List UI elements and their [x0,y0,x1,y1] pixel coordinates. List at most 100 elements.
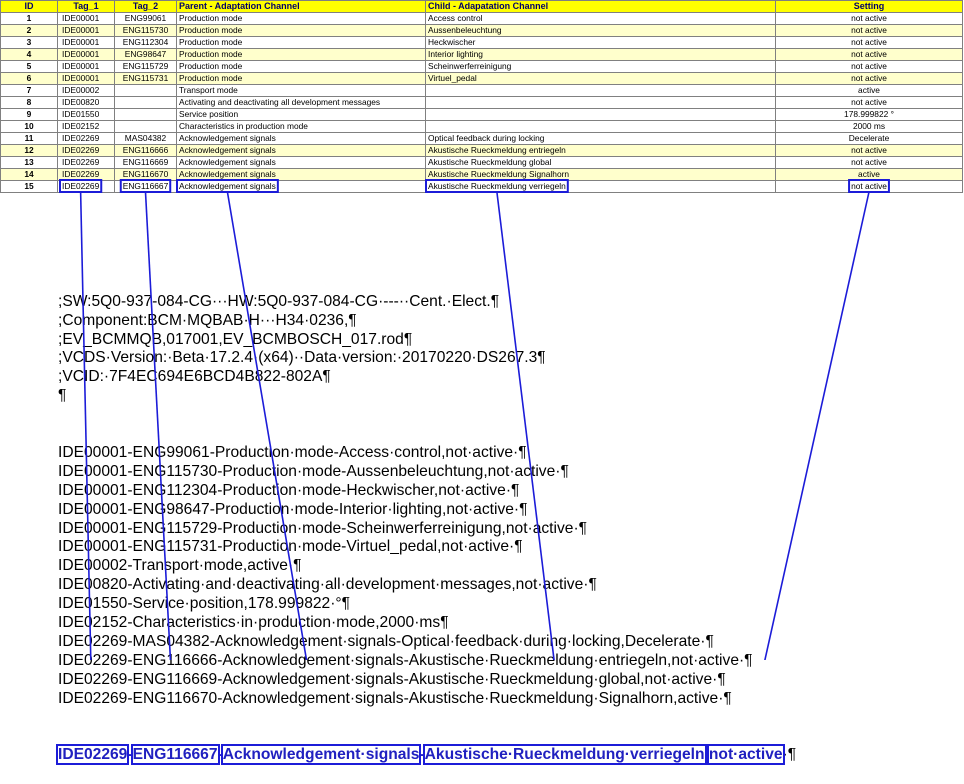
cell-tag1[interactable]: IDE00001 [57,72,115,85]
table-row: 8 IDE00820 Activating and deactivating all… [0,96,963,109]
cell-tag1[interactable]: IDE01550 [57,108,115,121]
cell-tag1[interactable]: IDE02269 [57,180,115,193]
document-line: ;VCDS·Version:·Beta·17.2.4·(x64)··Data·v… [58,349,546,367]
cell-parent[interactable]: Production mode [176,48,426,61]
cell-tag2[interactable]: ENG116669 [114,156,177,169]
cell-parent[interactable]: Production mode [176,60,426,73]
header-parent[interactable]: Parent - Adaptation Channel [176,0,426,13]
table-row: 4 IDE00001 ENG98647 Production mode Interior… [0,48,963,61]
cell-tag2[interactable] [114,108,177,121]
cell-tag1[interactable]: IDE00001 [57,48,115,61]
cell-child[interactable]: Aussenbeleuchtung [425,24,776,37]
cell-tag2[interactable]: ENG116670 [114,168,177,181]
cell-child[interactable]: Akustische Rueckmeldung Signalhorn [425,168,776,181]
cell-tag2[interactable]: ENG115731 [114,72,177,85]
cell-parent[interactable]: Production mode [176,72,426,85]
cell-tag2[interactable]: ENG116666 [114,144,177,157]
cell-child[interactable]: Akustische Rueckmeldung global [425,156,776,169]
cell-setting[interactable]: 178.999822 ° [775,108,963,121]
cell-tag2[interactable]: ENG98647 [114,48,177,61]
cell-setting[interactable]: 2000 ms [775,120,963,133]
cell-tag1[interactable]: IDE00002 [57,84,115,97]
cell-parent[interactable]: Production mode [176,24,426,37]
cell-id[interactable]: 7 [0,84,58,97]
cell-setting[interactable]: not active [775,156,963,169]
cell-tag2[interactable]: ENG116667 [114,180,177,193]
cell-setting[interactable]: not active [775,144,963,157]
cell-tag1[interactable]: IDE00001 [57,24,115,37]
cell-setting[interactable]: not active [775,36,963,49]
cell-tag1[interactable]: IDE02269 [57,144,115,157]
cell-setting[interactable]: active [775,168,963,181]
header-setting[interactable]: Setting [775,0,963,13]
cell-child[interactable]: Optical feedback during locking [425,132,776,145]
cell-id[interactable]: 6 [0,72,58,85]
cell-tag1[interactable]: IDE00001 [57,12,115,25]
cell-id[interactable]: 5 [0,60,58,73]
cell-parent[interactable]: Service position [176,108,426,121]
cell-tag1[interactable]: IDE00001 [57,36,115,49]
cell-tag2[interactable]: ENG99061 [114,12,177,25]
cell-tag1[interactable]: IDE02152 [57,120,115,133]
cell-tag2[interactable] [114,84,177,97]
cell-parent[interactable]: Activating and deactivating all developm… [176,96,426,109]
cell-setting[interactable]: not active [775,60,963,73]
cell-child[interactable] [425,96,776,109]
header-tag2[interactable]: Tag_2 [114,0,177,13]
cell-setting[interactable]: not active [775,24,963,37]
cell-setting[interactable]: not active [775,48,963,61]
header-tag1[interactable]: Tag_1 [57,0,115,13]
cell-child[interactable] [425,108,776,121]
final-parent: Acknowledgement·signals [220,744,422,766]
cell-setting[interactable]: not active [775,12,963,25]
cell-parent[interactable]: Acknowledgement signals [176,168,426,181]
cell-child[interactable] [425,120,776,133]
cell-id[interactable]: 10 [0,120,58,133]
cell-setting[interactable]: not active [775,180,963,193]
cell-setting[interactable]: Decelerate [775,132,963,145]
cell-id[interactable]: 9 [0,108,58,121]
cell-child[interactable] [425,84,776,97]
cell-id[interactable]: 13 [0,156,58,169]
cell-parent[interactable]: Production mode [176,12,426,25]
cell-tag1[interactable]: IDE02269 [57,132,115,145]
cell-id[interactable]: 2 [0,24,58,37]
cell-parent[interactable]: Transport mode [176,84,426,97]
cell-tag1[interactable]: IDE02269 [57,168,115,181]
cell-child[interactable]: Akustische Rueckmeldung entriegeln [425,144,776,157]
cell-parent[interactable]: Acknowledgement signals [176,144,426,157]
cell-tag1[interactable]: IDE00820 [57,96,115,109]
cell-child[interactable]: Virtuel_pedal [425,72,776,85]
cell-id[interactable]: 14 [0,168,58,181]
cell-child[interactable]: Access control [425,12,776,25]
cell-tag2[interactable]: ENG115729 [114,60,177,73]
header-id[interactable]: ID [0,0,58,13]
header-child[interactable]: Child - Adapatation Channel [425,0,776,13]
cell-id[interactable]: 11 [0,132,58,145]
cell-child[interactable]: Interior lighting [425,48,776,61]
cell-setting[interactable]: not active [775,72,963,85]
cell-child[interactable]: Akustische Rueckmeldung verriegeln [425,180,776,193]
cell-tag2[interactable]: ENG115730 [114,24,177,37]
cell-id[interactable]: 12 [0,144,58,157]
cell-id[interactable]: 4 [0,48,58,61]
cell-tag1[interactable]: IDE00001 [57,60,115,73]
cell-tag2[interactable]: ENG112304 [114,36,177,49]
cell-id[interactable]: 15 [0,180,58,193]
cell-id[interactable]: 1 [0,12,58,25]
cell-tag2[interactable] [114,120,177,133]
cell-parent[interactable]: Acknowledgement signals [176,180,426,193]
cell-child[interactable]: Heckwischer [425,36,776,49]
cell-parent[interactable]: Characteristics in production mode [176,120,426,133]
cell-tag2[interactable] [114,96,177,109]
cell-setting[interactable]: not active [775,96,963,109]
cell-child[interactable]: Scheinwerferreinigung [425,60,776,73]
cell-setting[interactable]: active [775,84,963,97]
cell-id[interactable]: 8 [0,96,58,109]
cell-id[interactable]: 3 [0,36,58,49]
cell-tag1[interactable]: IDE02269 [57,156,115,169]
cell-parent[interactable]: Production mode [176,36,426,49]
cell-tag2[interactable]: MAS04382 [114,132,177,145]
cell-parent[interactable]: Acknowledgement signals [176,156,426,169]
cell-parent[interactable]: Acknowledgement signals [176,132,426,145]
